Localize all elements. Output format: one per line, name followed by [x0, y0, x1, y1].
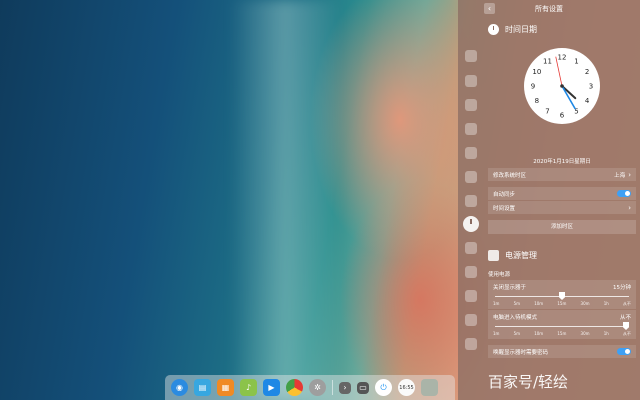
- network-icon[interactable]: [465, 171, 477, 183]
- watermark-text: 百家号/轻绘: [488, 373, 569, 391]
- music-icon[interactable]: ♪: [240, 379, 257, 396]
- clock-icon: [488, 23, 499, 35]
- clock-icon[interactable]: 16:55: [398, 379, 415, 396]
- wake-password-toggle[interactable]: [617, 348, 631, 355]
- settings-panel: ‹ 所有设置 时间日期 12 1 2 3 4 5 6 7 8 9 10 11 2…: [458, 0, 640, 400]
- slider-tick-label: 5m: [513, 331, 521, 336]
- settings-icon[interactable]: ✲: [309, 379, 326, 396]
- settings-nav-rail: [458, 40, 484, 380]
- datetime-section-header: 时间日期: [488, 20, 636, 38]
- time-settings-label: 时间设置: [493, 205, 516, 212]
- wake-password-label: 唤醒显示器时需要密码: [493, 349, 549, 356]
- chevron-right-icon: ›: [628, 170, 631, 179]
- back-button[interactable]: ‹: [484, 3, 495, 14]
- settings-content: 时间日期 12 1 2 3 4 5 6 7 8 9 10 11 2020年1月19日星期日 修改系统时…: [488, 20, 636, 358]
- standby-setting: 电脑进入待机模式 从不 1m 5m 10m 15m 30m 1h 从不: [488, 310, 636, 339]
- chevron-icon[interactable]: ›: [339, 381, 351, 394]
- video-icon[interactable]: ▶: [263, 379, 280, 396]
- display-off-slider-handle[interactable]: [559, 292, 565, 300]
- add-timezone-button[interactable]: 添加时区: [488, 220, 636, 234]
- power-section-header: 电源管理: [488, 246, 636, 264]
- display-icon[interactable]: [465, 99, 477, 111]
- auto-sync-label: 自动同步: [493, 191, 516, 198]
- power-subsection-title: 使用电源: [488, 272, 511, 278]
- standby-slider-handle[interactable]: [623, 322, 629, 330]
- clock-number: 2: [585, 68, 589, 76]
- file-manager-icon[interactable]: ▤: [194, 379, 211, 396]
- slider-tick-label: 从不: [622, 301, 631, 306]
- slider-tick-label: 10m: [534, 301, 544, 306]
- personalization-icon[interactable]: [465, 147, 477, 159]
- standby-label: 电脑进入待机模式: [493, 315, 538, 321]
- keyboard-icon[interactable]: ▭: [357, 381, 369, 394]
- slider-tick-label: 10m: [534, 331, 544, 336]
- browser-icon[interactable]: [286, 379, 303, 396]
- sound-icon[interactable]: [465, 195, 477, 207]
- slider-tick-label: 30m: [580, 331, 590, 336]
- auto-sync-row: 自动同步: [488, 187, 636, 200]
- clock-number: 8: [535, 97, 539, 105]
- keyboard-settings-icon[interactable]: [465, 290, 477, 302]
- clock-number: 11: [543, 57, 552, 65]
- update-icon[interactable]: [465, 314, 477, 326]
- app-store-icon[interactable]: ▦: [217, 379, 234, 396]
- slider-tick-label: 15m: [557, 331, 567, 336]
- standby-value: 从不: [619, 315, 631, 321]
- clock-number: 3: [589, 83, 593, 91]
- dock: ◉ ▤ ▦ ♪ ▶ ✲ › ▭ ⏻ 16:55: [165, 375, 455, 400]
- timezone-label: 修改系统时区: [493, 172, 527, 179]
- power-icon[interactable]: ⏻: [375, 379, 392, 396]
- slider-tick-label: 5m: [513, 301, 521, 306]
- display-off-label: 关闭显示器于: [493, 285, 527, 291]
- standby-slider[interactable]: [493, 321, 631, 331]
- dock-separator: [332, 380, 333, 395]
- display-off-value: 15分钟: [613, 285, 631, 291]
- clock-widget: 12 1 2 3 4 5 6 7 8 9 10 11 2020年1月19日星期日: [488, 38, 636, 168]
- timezone-row[interactable]: 修改系统时区 上海 ›: [488, 168, 636, 181]
- datetime-icon[interactable]: [463, 216, 479, 232]
- datetime-section-title: 时间日期: [505, 24, 537, 34]
- cloud-icon[interactable]: [465, 75, 477, 87]
- standby-ticks: 1m 5m 10m 15m 30m 1h 从不: [493, 331, 631, 337]
- panel-title: 所有设置: [535, 5, 563, 13]
- clock-number: 4: [585, 97, 590, 105]
- mouse-icon[interactable]: [465, 266, 477, 278]
- auto-sync-toggle[interactable]: [617, 190, 631, 197]
- timezone-value: 上海: [614, 172, 626, 179]
- analog-clock: 12 1234567891011: [524, 48, 600, 124]
- launcher-icon[interactable]: ◉: [171, 379, 188, 396]
- default-apps-icon[interactable]: [465, 123, 477, 135]
- date-text: 2020年1月19日星期日: [533, 159, 591, 165]
- clock-number: 10: [532, 68, 541, 76]
- wake-password-row: 唤醒显示器时需要密码: [488, 345, 636, 358]
- clock-number: 1: [574, 57, 578, 65]
- slider-tick-label: 从不: [622, 331, 631, 336]
- power-section-title: 电源管理: [505, 250, 537, 260]
- chevron-right-icon: ›: [628, 203, 631, 212]
- display-off-slider[interactable]: [493, 291, 631, 301]
- clock-number: 12: [558, 54, 567, 62]
- clock-center: [560, 84, 564, 88]
- wallpaper-wave: [230, 0, 340, 400]
- time-settings-row[interactable]: 时间设置 ›: [488, 201, 636, 214]
- display-off-setting: 关闭显示器于 15分钟 1m 5m 10m 15m 30m 1h 从不: [488, 280, 636, 309]
- battery-icon: [488, 249, 499, 261]
- display-off-ticks: 1m 5m 10m 15m 30m 1h 从不: [493, 301, 631, 307]
- clock-number: 9: [531, 83, 535, 91]
- slider-tick-label: 1h: [603, 331, 609, 336]
- account-icon[interactable]: [465, 50, 477, 62]
- power-settings-icon[interactable]: [465, 242, 477, 254]
- slider-tick-label: 1h: [603, 301, 609, 306]
- panel-topbar: ‹ 所有设置: [458, 0, 640, 18]
- clock-number: 7: [545, 108, 549, 116]
- slider-tick-label: 1m: [493, 301, 500, 306]
- slider-tick-label: 1m: [493, 331, 500, 336]
- system-info-icon[interactable]: [465, 338, 477, 350]
- slider-tick-label: 15m: [557, 301, 567, 306]
- slider-tick-label: 30m: [580, 301, 590, 306]
- trash-icon[interactable]: [421, 379, 438, 396]
- clock-number: 6: [560, 112, 565, 120]
